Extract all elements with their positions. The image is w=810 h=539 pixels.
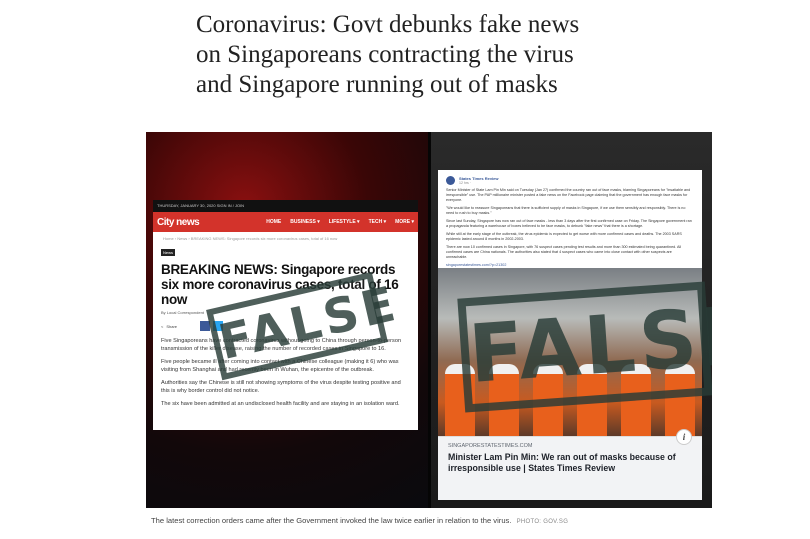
news-tag: News — [161, 249, 176, 256]
link-domain: SINGAPORESTATESTIMES.COM — [448, 443, 533, 449]
false-stamp-right: FALSE — [457, 281, 712, 413]
news-nav-lifestyle: LIFESTYLE ▾ — [328, 219, 360, 225]
photo-caption: The latest correction orders came after … — [151, 516, 568, 525]
news-nav-business: BUSINESS ▾ — [290, 219, 320, 225]
fb-paragraph: Senior Minister of State Lam Pin Min sai… — [446, 188, 691, 202]
post-time: 12 hrs · — [459, 181, 471, 185]
headline-line-1: Coronavirus: Govt debunks fake news — [196, 11, 580, 38]
share-label: Share — [166, 323, 178, 329]
news-nav-more: MORE ▾ — [395, 219, 414, 225]
fb-paragraph: There are now 10 confirmed cases in Sing… — [446, 245, 682, 259]
news-navbar: City news HOME BUSINESS ▾ LIFESTYLE ▾ TE… — [153, 212, 418, 232]
fb-link-preview: i SINGAPORESTATESTIMES.COM Minister Lam … — [438, 429, 702, 500]
news-paragraph: The six have been admitted at an undiscl… — [161, 401, 400, 407]
article-photo[interactable]: THURSDAY, JANUARY 30, 2020 SIGN IN / JOI… — [146, 132, 712, 508]
fb-paragraph: "We would like to reassure Singaporeans … — [446, 206, 686, 215]
headline-line-2: on Singaporeans contracting the virus — [196, 41, 574, 68]
article-headline: Coronavirus: Govt debunks fake news on S… — [196, 10, 676, 100]
news-logo: City news — [157, 216, 200, 228]
fb-paragraph: While still at the early stage of the ou… — [446, 232, 682, 241]
news-breadcrumb: Home › News › BREAKING NEWS: Singapore r… — [163, 236, 338, 241]
news-paragraph: Authorities say the Chinese is still not… — [161, 380, 401, 394]
fb-paragraph: Since last Sunday, Singapore has now ran… — [446, 219, 692, 228]
caption-text: The latest correction orders came after … — [151, 516, 512, 525]
fb-post-text: Senior Minister of State Lam Pin Min sai… — [438, 185, 702, 268]
photo-credit: PHOTO: GOV.SG — [516, 519, 569, 525]
news-topbar: THURSDAY, JANUARY 30, 2020 SIGN IN / JOI… — [153, 200, 418, 212]
news-nav-home: HOME — [266, 219, 282, 225]
share-icon: < — [161, 323, 164, 329]
page-avatar — [446, 176, 455, 185]
fb-post-header: States Times Review 12 hrs · — [438, 170, 702, 185]
link-title: Minister Lam Pin Min: We ran out of mask… — [448, 452, 676, 473]
headline-line-3: and Singapore running out of masks — [196, 71, 558, 98]
info-icon: i — [676, 429, 692, 445]
news-nav-tech: TECH ▾ — [368, 219, 387, 225]
